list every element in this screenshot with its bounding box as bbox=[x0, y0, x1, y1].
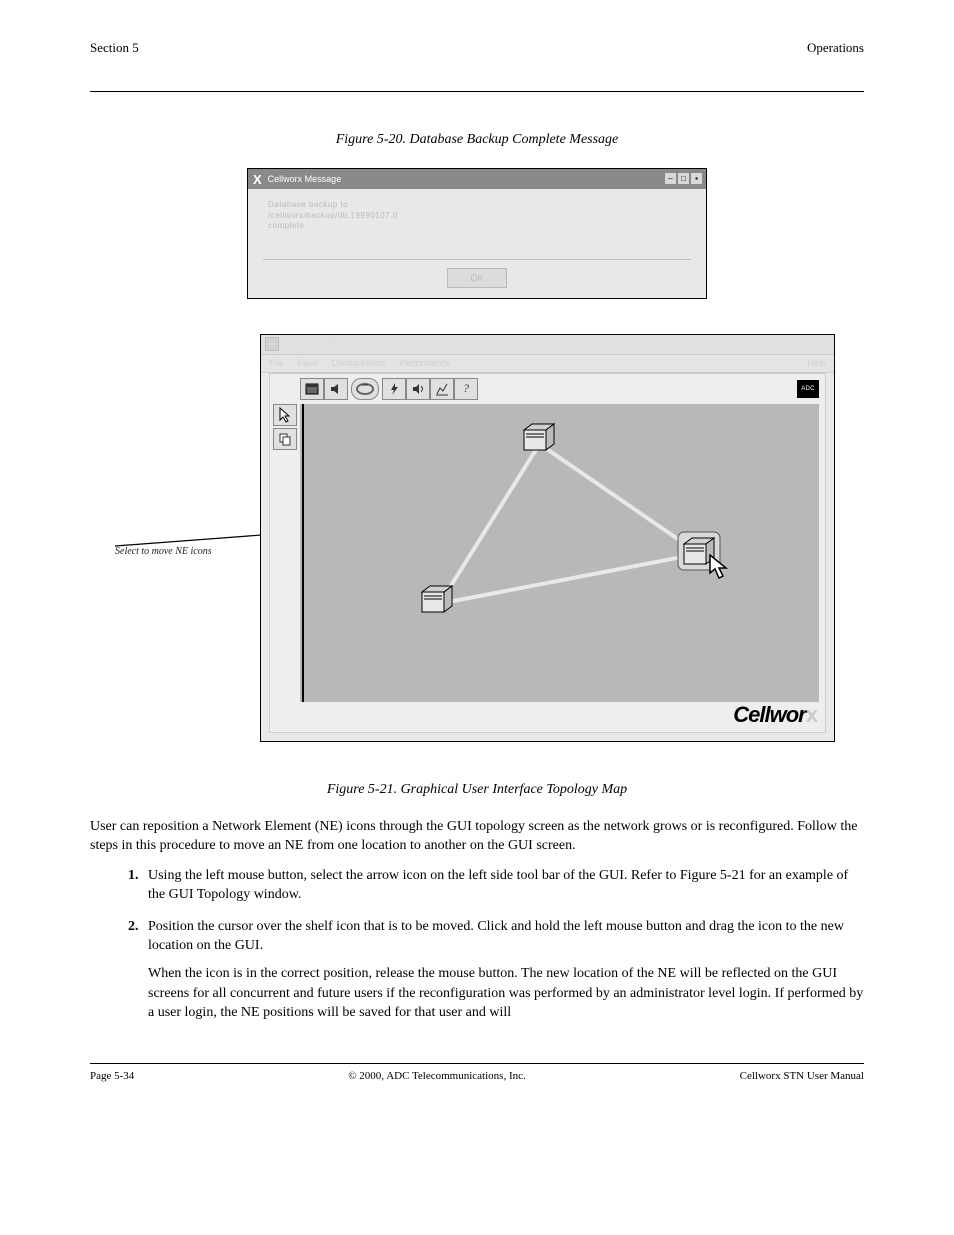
close-button[interactable]: ▪ bbox=[690, 172, 703, 185]
cursor-icon bbox=[708, 554, 730, 580]
toolbar-left bbox=[273, 404, 297, 450]
menu-file[interactable]: File bbox=[269, 358, 284, 368]
maximize-button[interactable]: □ bbox=[677, 172, 690, 185]
toolbtn-lightning-icon[interactable] bbox=[382, 378, 406, 400]
ok-button[interactable]: OK bbox=[447, 268, 507, 288]
step-1: Using the left mouse button, select the … bbox=[142, 866, 864, 905]
intro-paragraph: User can reposition a Network Element (N… bbox=[90, 818, 864, 856]
header-title: Operations bbox=[807, 40, 864, 56]
toolbtn-window-icon[interactable] bbox=[300, 378, 324, 400]
menu-configuration[interactable]: Configuration bbox=[332, 358, 386, 368]
app-inner: ? ADC bbox=[269, 373, 826, 733]
ne-node-top[interactable] bbox=[522, 422, 556, 452]
topology-window: Cellworx - (Ring Name) File Fault Config… bbox=[260, 334, 835, 742]
step-2: Position the cursor over the shelf icon … bbox=[142, 917, 864, 1023]
dialog-body: Database backup to /cellworx/backup/db.1… bbox=[248, 189, 706, 231]
step-2-sub: When the icon is in the correct position… bbox=[148, 964, 864, 1023]
menu-performance[interactable]: Performance bbox=[399, 358, 451, 368]
toolbtn-ring-icon[interactable] bbox=[351, 378, 379, 400]
footer-manual: Cellworx STN User Manual bbox=[740, 1070, 864, 1082]
app-titlebar: Cellworx - (Ring Name) bbox=[261, 335, 834, 355]
dialog-message-line1: Database backup to bbox=[268, 200, 348, 210]
minimize-button[interactable]: – bbox=[664, 172, 677, 185]
footer-rule bbox=[90, 1063, 864, 1064]
footer-copyright: © 2000, ADC Telecommunications, Inc. bbox=[348, 1070, 526, 1082]
menubar: File Fault Configuration Performance Hel… bbox=[261, 355, 834, 373]
toolbar-top: ? ADC bbox=[300, 377, 819, 401]
topology-canvas[interactable] bbox=[300, 404, 819, 702]
dialog-message-line2: /cellworx/backup/db.19990107.0 bbox=[268, 211, 398, 221]
footer-page: Page 5-34 bbox=[90, 1070, 134, 1082]
toolbtn-sound-icon[interactable] bbox=[406, 378, 430, 400]
procedure-steps: Using the left mouse button, select the … bbox=[90, 866, 864, 1023]
topology-links bbox=[300, 404, 819, 702]
menu-fault[interactable]: Fault bbox=[298, 358, 318, 368]
annotation-text: Select to move NE icons bbox=[115, 546, 212, 557]
message-dialog: X Cellworx Message – □ ▪ Database backup… bbox=[247, 168, 707, 299]
dialog-title: Cellworx Message bbox=[268, 174, 342, 184]
dialog-sysmenu[interactable]: X bbox=[253, 172, 262, 187]
sysmenu-icon[interactable] bbox=[265, 337, 279, 351]
fig20-caption: Figure 5-20. Database Backup Complete Me… bbox=[90, 132, 864, 148]
fig21-caption: Figure 5-21. Graphical User Interface To… bbox=[90, 782, 864, 798]
ne-node-left[interactable] bbox=[420, 584, 454, 614]
toolbtn-speaker-icon[interactable] bbox=[324, 378, 348, 400]
header-section: Section 5 bbox=[90, 40, 139, 56]
dialog-message-line3: complete. bbox=[268, 221, 307, 231]
toolbtn-chart-icon[interactable] bbox=[430, 378, 454, 400]
toolbtn-select-arrow[interactable] bbox=[273, 404, 297, 426]
header-rule bbox=[90, 91, 864, 92]
brand-logo: Cellworx bbox=[733, 702, 817, 728]
step-2-text: Position the cursor over the shelf icon … bbox=[148, 919, 844, 954]
toolbtn-help-icon[interactable]: ? bbox=[454, 378, 478, 400]
dialog-separator bbox=[263, 259, 691, 260]
menu-help[interactable]: Help bbox=[807, 358, 826, 368]
step-1-text: Using the left mouse button, select the … bbox=[148, 868, 848, 903]
adc-badge: ADC bbox=[797, 380, 819, 398]
toolbtn-copy-icon[interactable] bbox=[273, 428, 297, 450]
app-window-title: Cellworx - (Ring Name) bbox=[285, 339, 379, 349]
dialog-titlebar: X Cellworx Message – □ ▪ bbox=[248, 169, 706, 189]
